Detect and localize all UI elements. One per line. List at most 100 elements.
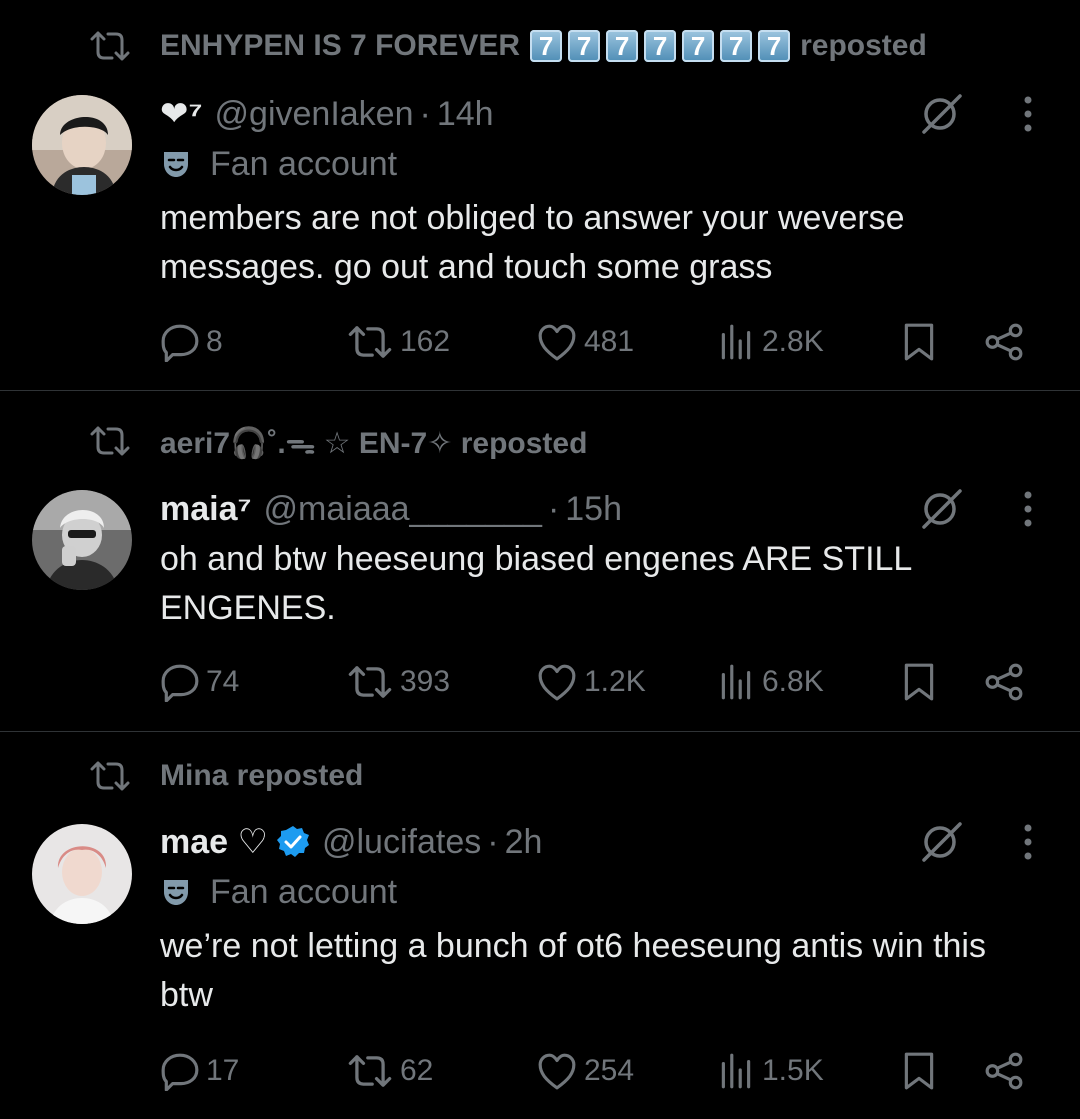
display-name[interactable]: ❤⁷ bbox=[160, 94, 203, 134]
fan-account-label: Fan account bbox=[160, 870, 397, 914]
reply-icon bbox=[161, 324, 199, 362]
keycap-seven: 7 bbox=[720, 30, 753, 62]
reply-count: 74 bbox=[206, 665, 240, 698]
heart-icon bbox=[538, 1053, 576, 1090]
separator-dot: · bbox=[547, 489, 560, 528]
more-options-icon[interactable] bbox=[1010, 90, 1046, 138]
reposter-name[interactable]: ENHYPEN IS 7 FOREVER bbox=[160, 29, 520, 63]
timestamp[interactable]: 2h bbox=[505, 823, 543, 862]
tweet-text: we’re not letting a bunch of ot6 heeseun… bbox=[160, 927, 986, 1014]
bookmark-button[interactable] bbox=[900, 1047, 944, 1095]
bookmark-icon bbox=[904, 323, 934, 361]
reply-count: 8 bbox=[206, 325, 223, 358]
repost-icon bbox=[348, 1055, 392, 1087]
tweet-header: maia⁷ @maiaaa_______ · 15h bbox=[160, 487, 622, 531]
handle[interactable]: @lucifates bbox=[322, 823, 481, 862]
action-bar: 17 62 254 1.5K bbox=[160, 1047, 1040, 1095]
reposted-label: reposted bbox=[800, 29, 927, 62]
handle[interactable]: @givenIaken bbox=[215, 95, 414, 134]
action-bar: 74 393 1.2K 6.8K bbox=[160, 658, 1040, 706]
timestamp[interactable]: 15h bbox=[565, 490, 622, 529]
views-icon bbox=[721, 1053, 751, 1089]
reply-button[interactable]: 17 bbox=[160, 1047, 239, 1095]
bookmark-button[interactable] bbox=[900, 318, 944, 366]
heart-icon bbox=[538, 324, 576, 361]
reply-button[interactable]: 8 bbox=[160, 318, 223, 366]
fan-account-text: Fan account bbox=[210, 872, 398, 911]
repost-button[interactable]: 62 bbox=[346, 1047, 433, 1095]
tweet-header: ❤⁷ @givenIaken · 14h bbox=[160, 92, 494, 136]
like-count: 481 bbox=[584, 325, 635, 358]
avatar[interactable] bbox=[32, 95, 132, 195]
share-icon bbox=[985, 1052, 1023, 1090]
fan-account-label: Fan account bbox=[160, 142, 397, 186]
separator-dot: · bbox=[419, 94, 431, 133]
views-button[interactable]: 6.8K bbox=[716, 658, 824, 706]
fan-account-text: Fan account bbox=[210, 144, 398, 183]
keycap-seven: 7 bbox=[682, 30, 715, 62]
repost-count: 62 bbox=[400, 1054, 434, 1087]
views-button[interactable]: 2.8K bbox=[716, 318, 824, 366]
share-button[interactable] bbox=[984, 658, 1030, 706]
views-button[interactable]: 1.5K bbox=[716, 1047, 824, 1095]
more-options-icon[interactable] bbox=[1010, 485, 1046, 533]
views-icon bbox=[721, 324, 751, 360]
tweet-text: oh and btw heeseung biased engenes ARE S… bbox=[160, 540, 912, 627]
bookmark-button[interactable] bbox=[900, 658, 944, 706]
like-button[interactable]: 481 bbox=[536, 318, 634, 366]
like-count: 254 bbox=[584, 1054, 635, 1087]
repost-count: 162 bbox=[400, 325, 451, 358]
share-button[interactable] bbox=[984, 1047, 1030, 1095]
bookmark-icon bbox=[904, 1052, 934, 1090]
reposter-name[interactable]: aeri7🎧˚.ᯓ ☆ EN-7✧ reposted bbox=[160, 421, 587, 462]
action-bar: 8 162 481 2.8K bbox=[160, 318, 1040, 366]
like-button[interactable]: 1.2K bbox=[536, 658, 646, 706]
grok-icon[interactable] bbox=[918, 90, 966, 138]
repost-icon bbox=[88, 30, 132, 62]
tweet-text: members are not obliged to answer your w… bbox=[160, 199, 905, 286]
more-options-icon[interactable] bbox=[1010, 818, 1046, 866]
views-count: 6.8K bbox=[762, 665, 824, 698]
repost-icon bbox=[348, 666, 392, 698]
avatar[interactable] bbox=[32, 490, 132, 590]
views-icon bbox=[721, 664, 751, 700]
display-name[interactable]: mae ♡ bbox=[160, 822, 268, 862]
repost-button[interactable]: 393 bbox=[346, 658, 450, 706]
keycap-seven: 7 bbox=[530, 30, 563, 62]
grok-icon[interactable] bbox=[918, 818, 966, 866]
reply-icon bbox=[161, 664, 199, 702]
repost-count: 393 bbox=[400, 665, 451, 698]
verified-badge-icon bbox=[276, 826, 309, 857]
reply-icon bbox=[161, 1053, 199, 1091]
share-button[interactable] bbox=[984, 318, 1030, 366]
handle[interactable]: @maiaaa_______ bbox=[264, 490, 542, 529]
repost-context[interactable]: ENHYPEN IS 7 FOREVER 7 7 7 7 7 7 7 repos… bbox=[88, 24, 927, 68]
views-count: 2.8K bbox=[762, 325, 824, 358]
tweet-header: mae ♡ @lucifates · 2h bbox=[160, 820, 542, 864]
share-icon bbox=[985, 663, 1023, 701]
keycap-seven: 7 bbox=[644, 30, 677, 62]
tweet-2[interactable]: aeri7🎧˚.ᯓ ☆ EN-7✧ reposted maia⁷ @maiaaa… bbox=[0, 391, 1080, 731]
keycap-seven: 7 bbox=[606, 30, 639, 62]
repost-icon bbox=[88, 425, 132, 457]
heart-icon bbox=[538, 664, 576, 701]
display-name[interactable]: maia⁷ bbox=[160, 490, 252, 529]
reposter-name[interactable]: Mina reposted bbox=[160, 759, 363, 793]
timestamp[interactable]: 14h bbox=[437, 95, 494, 134]
avatar[interactable] bbox=[32, 824, 132, 924]
bookmark-icon bbox=[904, 663, 934, 701]
tweet-3[interactable]: Mina reposted mae ♡ @lucifates · 2h Fan … bbox=[0, 732, 1080, 1119]
views-count: 1.5K bbox=[762, 1054, 824, 1087]
theater-mask-icon bbox=[164, 152, 188, 177]
theater-mask-icon bbox=[164, 880, 188, 905]
repost-context[interactable]: aeri7🎧˚.ᯓ ☆ EN-7✧ reposted bbox=[88, 419, 587, 463]
grok-icon[interactable] bbox=[918, 485, 966, 533]
repost-context[interactable]: Mina reposted bbox=[88, 754, 363, 798]
repost-icon bbox=[88, 760, 132, 792]
repost-button[interactable]: 162 bbox=[346, 318, 450, 366]
repost-icon bbox=[348, 326, 392, 358]
like-count: 1.2K bbox=[584, 665, 646, 698]
reply-button[interactable]: 74 bbox=[160, 658, 239, 706]
tweet-1[interactable]: ENHYPEN IS 7 FOREVER 7 7 7 7 7 7 7 repos… bbox=[0, 0, 1080, 390]
like-button[interactable]: 254 bbox=[536, 1047, 634, 1095]
